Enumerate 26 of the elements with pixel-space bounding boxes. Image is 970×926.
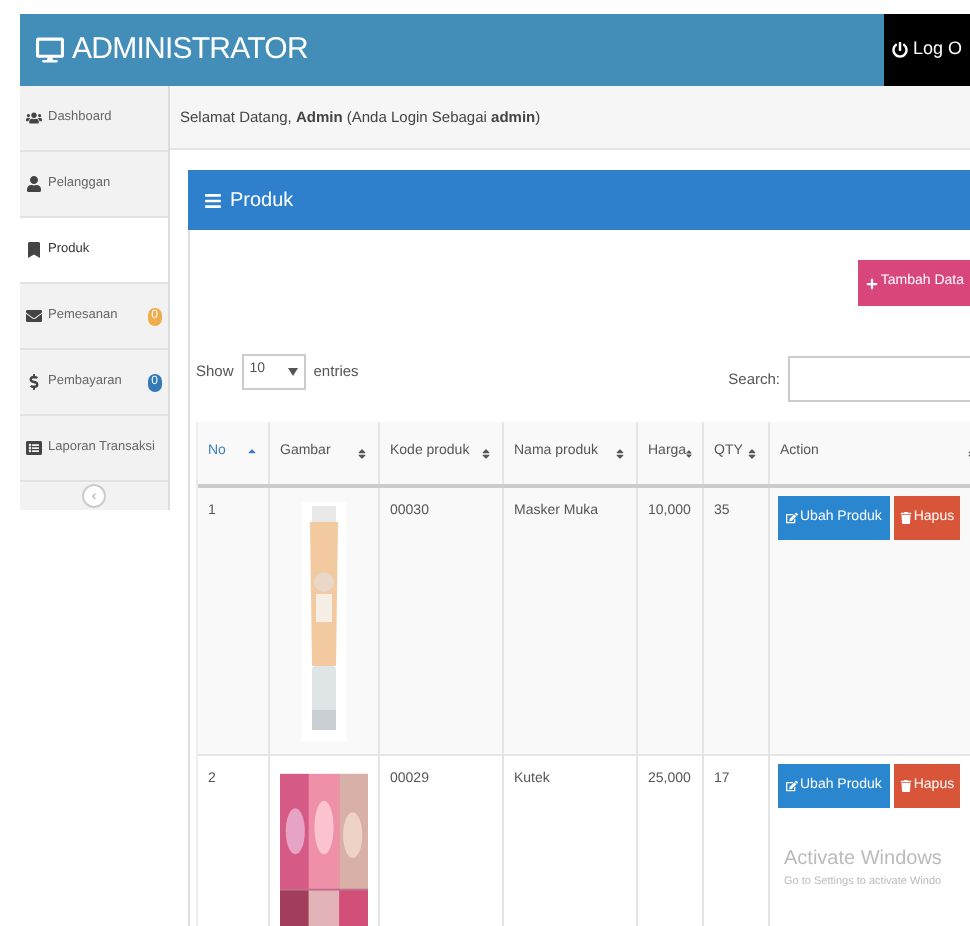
app-title: ADMINISTRATOR [72, 29, 308, 70]
trash-icon [899, 512, 912, 524]
search-field[interactable] [788, 356, 970, 402]
sort-icon [614, 447, 626, 459]
monitor-icon [36, 36, 64, 64]
list-icon [204, 191, 222, 209]
logout-button[interactable]: Log O [884, 14, 970, 86]
users-icon [26, 110, 42, 126]
sort-icon [686, 447, 692, 459]
sort-icon [356, 447, 368, 459]
edit-icon [786, 780, 798, 792]
user-icon [26, 176, 42, 192]
sort-up-icon [246, 447, 258, 459]
list-icon [26, 440, 42, 456]
dollar-icon [26, 374, 42, 390]
power-icon [892, 42, 909, 58]
envelope-icon [26, 308, 42, 324]
caret-icon [287, 367, 298, 375]
sort-icon [480, 447, 492, 459]
activation-title: Activate Windows [784, 846, 942, 874]
trash-icon [899, 780, 912, 792]
edit-icon [786, 512, 798, 524]
panel-title: Produk [230, 187, 294, 215]
bookmark-icon [26, 242, 42, 258]
sort-icon [746, 447, 758, 459]
plus-icon [866, 277, 879, 289]
